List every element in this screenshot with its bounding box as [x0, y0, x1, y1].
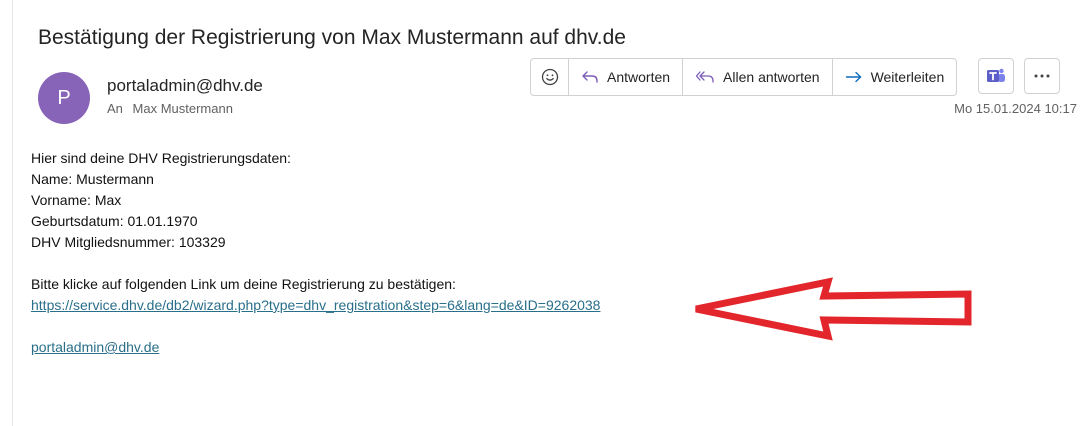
to-label: An: [107, 101, 123, 116]
email-date: Mo 15.01.2024 10:17: [954, 101, 1077, 116]
recipient-line: An Max Mustermann: [107, 101, 233, 116]
teams-icon: [987, 68, 1005, 82]
body-intro: Hier sind deine DHV Registrierungsdaten:: [31, 150, 291, 166]
message-action-bar: Antworten Allen antworten Weiterleiten: [530, 58, 958, 96]
body-name-line: Name: Mustermann: [31, 171, 154, 187]
recipient-name[interactable]: Max Mustermann: [133, 101, 233, 116]
body-birthdate-line: Geburtsdatum: 01.01.1970: [31, 213, 198, 229]
email-body: Hier sind deine DHV Registrierungsdaten:…: [31, 148, 600, 358]
confirmation-link[interactable]: https://service.dhv.de/db2/wizard.php?ty…: [31, 297, 600, 313]
emoji-reaction-button[interactable]: [531, 59, 569, 95]
forward-label: Weiterleiten: [870, 69, 945, 85]
sender-address[interactable]: portaladmin@dhv.de: [107, 76, 263, 96]
reply-all-label: Allen antworten: [723, 69, 820, 85]
body-instruction: Bitte klicke auf folgenden Link um deine…: [31, 276, 456, 292]
more-icon: [1034, 74, 1050, 78]
signature-email-link[interactable]: portaladmin@dhv.de: [31, 339, 159, 355]
sender-avatar[interactable]: P: [38, 72, 90, 124]
teams-button[interactable]: [978, 58, 1014, 94]
forward-arrow-icon: [845, 71, 861, 83]
email-subject: Bestätigung der Registrierung von Max Mu…: [38, 26, 626, 49]
body-member-line: DHV Mitgliedsnummer: 103329: [31, 234, 226, 250]
smiley-icon: [541, 68, 558, 86]
forward-button[interactable]: Weiterleiten: [833, 59, 957, 95]
more-actions-button[interactable]: [1024, 58, 1060, 94]
reading-pane-border: [12, 0, 13, 426]
reply-icon: [582, 71, 598, 83]
avatar-initial: P: [57, 86, 71, 109]
reply-button[interactable]: Antworten: [569, 59, 684, 95]
reply-all-button[interactable]: Allen antworten: [683, 59, 833, 95]
red-arrow-annotation: [695, 277, 972, 341]
body-first-name-line: Vorname: Max: [31, 192, 122, 208]
reply-all-icon: [695, 71, 714, 83]
reply-label: Antworten: [607, 69, 671, 85]
